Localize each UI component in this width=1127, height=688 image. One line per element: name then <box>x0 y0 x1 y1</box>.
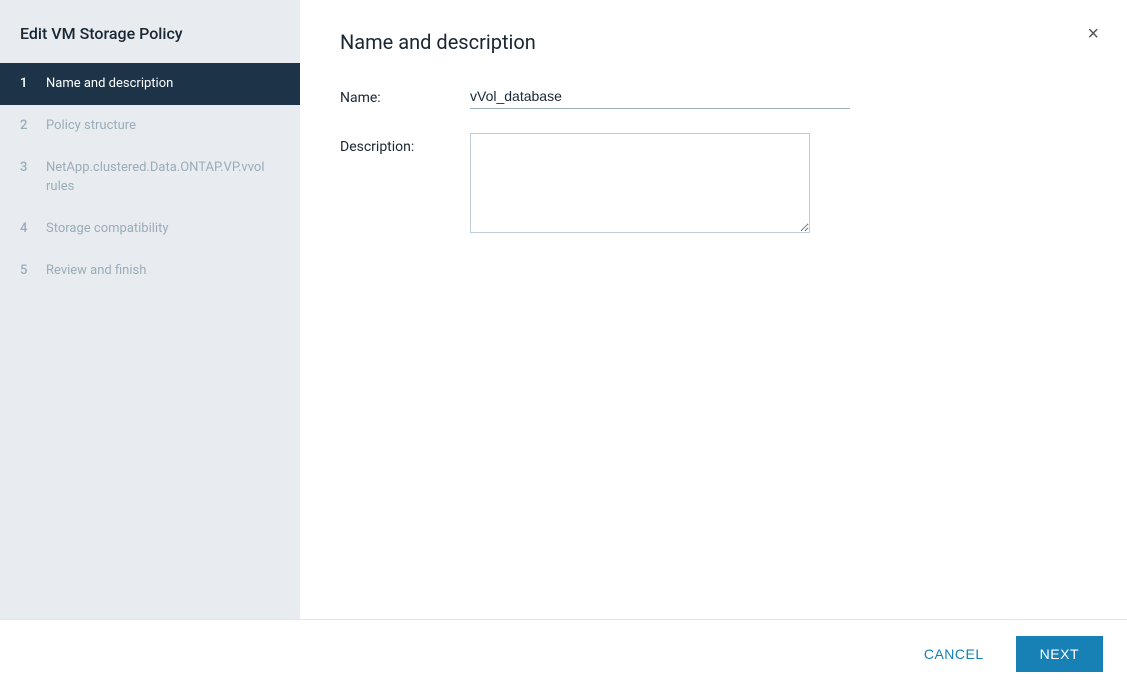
description-textarea[interactable] <box>470 133 810 233</box>
main-content: × Name and description Name: Description… <box>300 0 1127 619</box>
name-label: Name: <box>340 84 470 106</box>
step-label-3: NetApp.clustered.Data.ONTAP.VP.vvol rule… <box>46 159 280 195</box>
sidebar-step-3[interactable]: 3 NetApp.clustered.Data.ONTAP.VP.vvol ru… <box>0 147 300 207</box>
form-area: Name: Description: <box>340 84 1087 589</box>
next-button[interactable]: NEXT <box>1016 636 1103 672</box>
sidebar-steps: 1 Name and description 2 Policy structur… <box>0 63 300 292</box>
edit-vm-storage-policy-dialog: Edit VM Storage Policy 1 Name and descri… <box>0 0 1127 688</box>
step-label-2: Policy structure <box>46 117 136 135</box>
step-number-2: 2 <box>20 118 36 133</box>
sidebar: Edit VM Storage Policy 1 Name and descri… <box>0 0 300 619</box>
section-title: Name and description <box>340 30 1087 54</box>
sidebar-step-5[interactable]: 5 Review and finish <box>0 250 300 292</box>
name-input[interactable] <box>470 84 850 109</box>
dialog-body: Edit VM Storage Policy 1 Name and descri… <box>0 0 1127 619</box>
dialog-footer: CANCEL NEXT <box>0 619 1127 688</box>
step-number-5: 5 <box>20 263 36 278</box>
sidebar-title: Edit VM Storage Policy <box>0 0 300 63</box>
sidebar-step-1[interactable]: 1 Name and description <box>0 63 300 105</box>
description-label: Description: <box>340 133 470 155</box>
name-input-area <box>470 84 850 109</box>
step-label-1: Name and description <box>46 75 173 93</box>
step-number-1: 1 <box>20 76 36 91</box>
description-input-area <box>470 133 850 237</box>
description-row: Description: <box>340 133 1087 237</box>
step-label-4: Storage compatibility <box>46 220 169 238</box>
sidebar-step-2[interactable]: 2 Policy structure <box>0 105 300 147</box>
sidebar-step-4[interactable]: 4 Storage compatibility <box>0 208 300 250</box>
step-label-5: Review and finish <box>46 262 146 280</box>
name-row: Name: <box>340 84 1087 109</box>
step-number-4: 4 <box>20 221 36 236</box>
cancel-button[interactable]: CANCEL <box>904 636 1004 672</box>
step-number-3: 3 <box>20 160 36 175</box>
close-button[interactable]: × <box>1083 20 1103 48</box>
